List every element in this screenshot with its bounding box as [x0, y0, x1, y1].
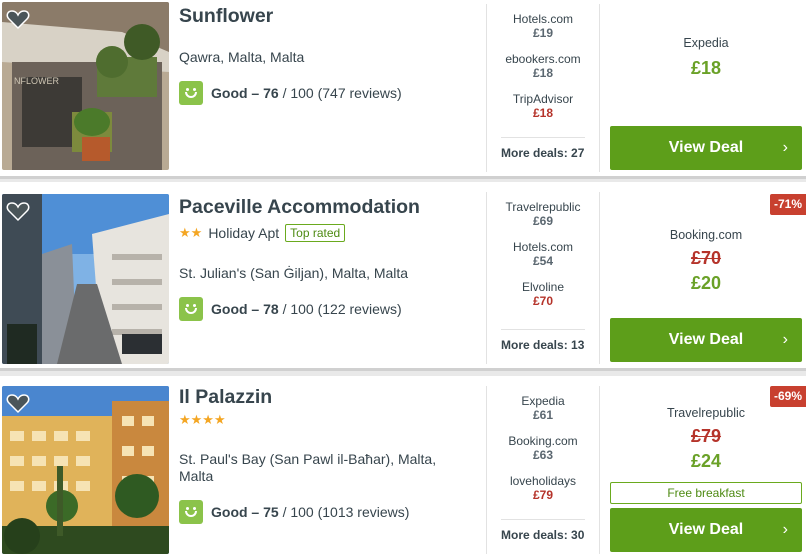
- partner-deal[interactable]: ebookers.com £18: [487, 52, 599, 92]
- hotel-location: Qawra, Malta, Malta: [179, 49, 305, 65]
- top-rated-badge: Top rated: [285, 224, 346, 242]
- rating-reviews: / 100 (747 reviews): [282, 85, 402, 101]
- chevron-right-icon: ›: [782, 331, 788, 348]
- rating[interactable]: Good – 75 / 100 (1013 reviews): [179, 500, 409, 524]
- hotel-name[interactable]: Il Palazzin: [179, 386, 272, 409]
- deal-site: Travelrepublic: [666, 406, 746, 420]
- best-deal: Expedia £18: [610, 36, 802, 79]
- partner-site: Booking.com: [508, 434, 578, 448]
- deal-price: £18: [690, 58, 722, 78]
- hotel-location: St. Julian's (San Ġiljan), Malta, Malta: [179, 265, 409, 281]
- partner-deal[interactable]: Elvoline £70: [487, 280, 599, 320]
- rating-score: Good – 75: [211, 504, 279, 520]
- partner-site: Elvoline: [521, 280, 565, 294]
- favorite-heart-icon[interactable]: [6, 8, 30, 30]
- partner-site: loveholidays: [509, 474, 577, 488]
- star-rating: ★★: [179, 225, 203, 240]
- deal-price: £24: [690, 451, 722, 471]
- deal-site: Expedia: [683, 36, 729, 50]
- rating[interactable]: Good – 76 / 100 (747 reviews): [179, 81, 402, 105]
- rating-score: Good – 76: [211, 85, 279, 101]
- more-deals-link[interactable]: More deals: 27: [501, 137, 585, 172]
- free-breakfast-badge: Free breakfast: [610, 482, 802, 504]
- view-deal-label: View Deal: [668, 139, 744, 156]
- partner-deal[interactable]: Travelrepublic £69: [487, 200, 599, 240]
- partner-deal[interactable]: Hotels.com £54: [487, 240, 599, 280]
- partner-site: TripAdvisor: [512, 92, 574, 106]
- star-rating: ★★★★: [179, 412, 226, 427]
- partner-price: £19: [532, 26, 554, 40]
- partner-deal[interactable]: TripAdvisor £18: [487, 92, 599, 132]
- partner-price: £18: [532, 66, 554, 80]
- favorite-heart-icon[interactable]: [6, 200, 30, 222]
- partner-prices: Hotels.com £19 ebookers.com £18 TripAdviso…: [486, 4, 600, 172]
- rating-reviews: / 100 (122 reviews): [282, 301, 402, 317]
- accommodation-type: Holiday Apt: [208, 225, 280, 241]
- partner-price: £18: [532, 106, 554, 120]
- partner-site: Hotels.com: [512, 12, 574, 26]
- best-deal: Booking.com £70 £20: [610, 228, 802, 294]
- partner-price: £70: [532, 294, 554, 308]
- more-deals-link[interactable]: More deals: 30: [501, 519, 585, 554]
- favorite-heart-icon[interactable]: [6, 392, 30, 414]
- discount-badge: -69%: [770, 386, 806, 407]
- smiley-icon: [179, 81, 203, 105]
- hotel-class-row: ★★ Holiday Apt Top rated: [179, 224, 346, 242]
- partner-prices: Travelrepublic £69 Hotels.com £54 Elvoline…: [486, 192, 600, 364]
- partner-price: £63: [532, 448, 554, 462]
- view-deal-label: View Deal: [668, 521, 744, 538]
- partner-price: £54: [532, 254, 554, 268]
- partner-site: Travelrepublic: [505, 200, 581, 214]
- smiley-icon: [179, 500, 203, 524]
- hotel-card: Il Palazzin ★★★★ St. Paul's Bay (San Paw…: [0, 376, 806, 558]
- chevron-right-icon: ›: [782, 139, 788, 156]
- hotel-name[interactable]: Sunflower: [179, 5, 273, 28]
- hotel-name[interactable]: Paceville Accommodation: [179, 196, 420, 219]
- partner-deal[interactable]: loveholidays £79: [487, 474, 599, 514]
- rating-reviews: / 100 (1013 reviews): [282, 504, 410, 520]
- hotel-class-row: ★★★★: [179, 412, 226, 428]
- view-deal-button[interactable]: View Deal ›: [610, 126, 802, 170]
- partner-prices: Expedia £61 Booking.com £63 loveholidays £7…: [486, 386, 600, 554]
- partner-deal[interactable]: Hotels.com £19: [487, 12, 599, 52]
- discount-badge: -71%: [770, 194, 806, 215]
- view-deal-button[interactable]: View Deal ›: [610, 318, 802, 362]
- rating-score: Good – 78: [211, 301, 279, 317]
- rating[interactable]: Good – 78 / 100 (122 reviews): [179, 297, 402, 321]
- more-deals-link[interactable]: More deals: 13: [501, 329, 585, 364]
- partner-deal[interactable]: Booking.com £63: [487, 434, 599, 474]
- deal-site: Booking.com: [669, 228, 743, 242]
- partner-deal[interactable]: Expedia £61: [487, 394, 599, 434]
- partner-site: Hotels.com: [512, 240, 574, 254]
- smiley-icon: [179, 297, 203, 321]
- partner-site: ebookers.com: [505, 52, 581, 66]
- old-price: £79: [690, 426, 722, 446]
- deal-price: £20: [690, 273, 722, 293]
- partner-site: Expedia: [521, 394, 565, 408]
- best-deal: Travelrepublic £79 £24: [610, 406, 802, 472]
- partner-price: £79: [532, 488, 554, 502]
- view-deal-label: View Deal: [668, 331, 744, 348]
- hotel-card: Paceville Accommodation ★★ Holiday Apt T…: [0, 182, 806, 371]
- old-price: £70: [690, 248, 722, 268]
- partner-price: £61: [532, 408, 554, 422]
- hotel-card: NFLOWER Sunflower Qawra, Malta, Malta Go…: [0, 0, 806, 179]
- view-deal-button[interactable]: View Deal ›: [610, 508, 802, 552]
- partner-price: £69: [532, 214, 554, 228]
- chevron-right-icon: ›: [782, 521, 788, 538]
- hotel-location: St. Paul's Bay (San Pawl il-Baħar), Malt…: [179, 451, 437, 484]
- svg-text:NFLOWER: NFLOWER: [14, 76, 60, 86]
